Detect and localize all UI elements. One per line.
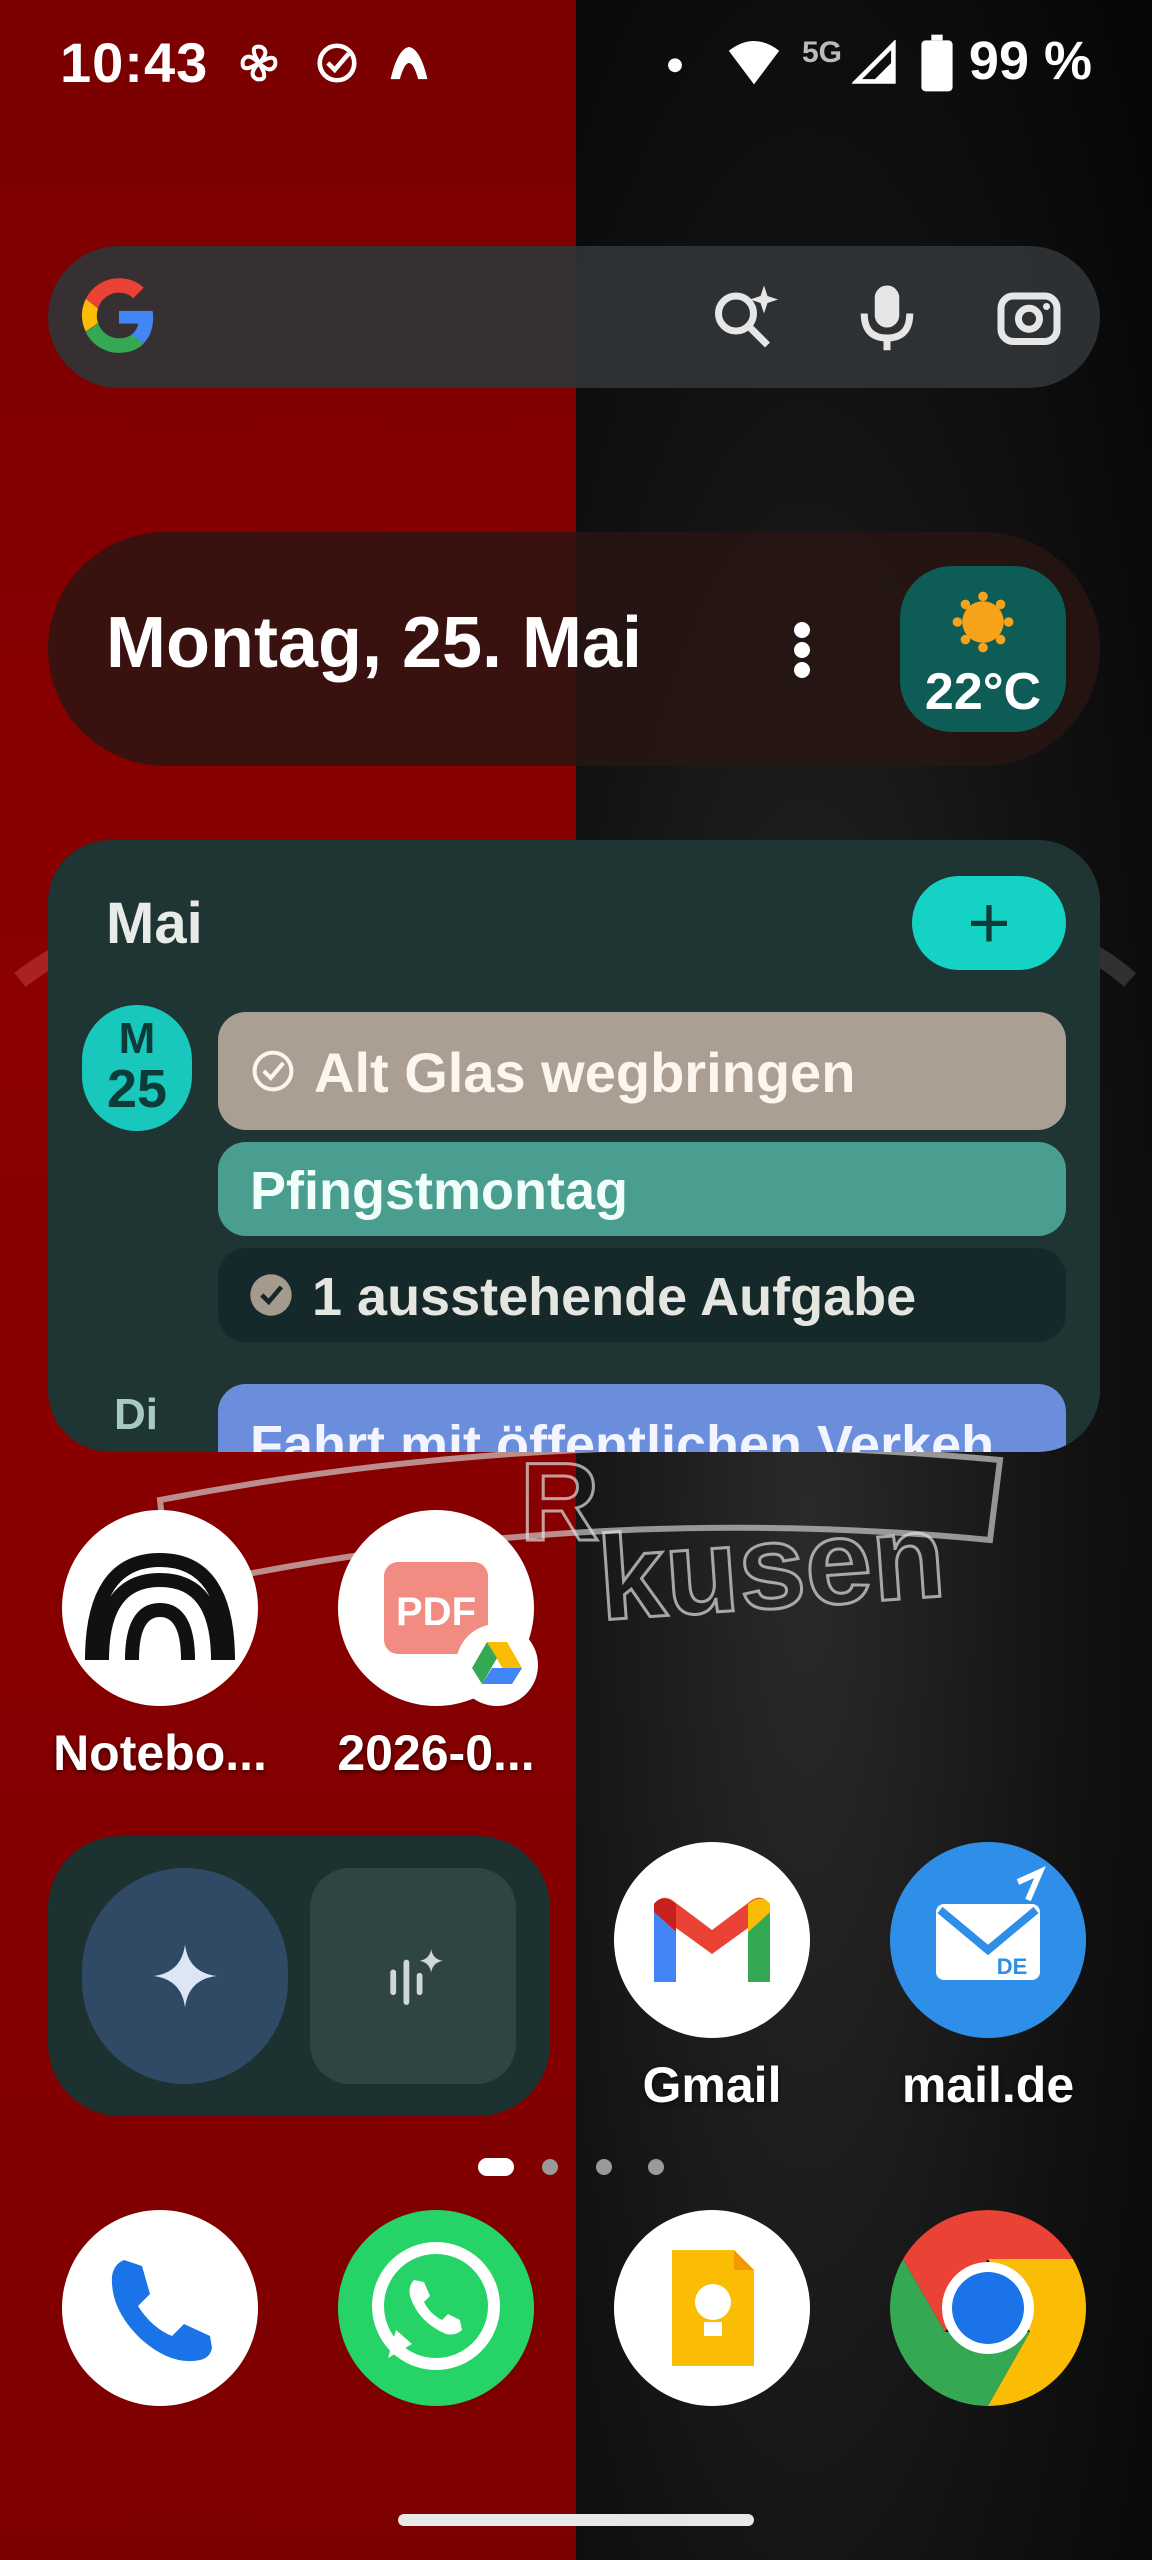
google-logo-icon xyxy=(81,278,154,353)
mountain-app-icon xyxy=(390,46,428,80)
page-dot xyxy=(542,2159,558,2175)
add-event-button[interactable]: + xyxy=(912,876,1066,970)
phone-icon xyxy=(62,2210,258,2406)
more-options-icon[interactable] xyxy=(790,622,814,678)
status-time: 10:43 xyxy=(60,31,209,94)
cell-signal-icon xyxy=(852,40,896,84)
at-a-glance-widget[interactable]: Montag, 25. Mai 22°C xyxy=(48,532,1100,766)
gemini-live-icon xyxy=(390,1949,443,2005)
svg-text:DE: DE xyxy=(997,1954,1028,1979)
page-dot xyxy=(648,2159,664,2175)
weather-tile[interactable]: 22°C xyxy=(900,566,1066,732)
lens-camera-icon[interactable] xyxy=(994,282,1064,352)
pinwheel-icon xyxy=(240,44,278,82)
shortcut-label: 2026-0... xyxy=(337,1725,535,1781)
google-keep-icon xyxy=(614,2210,810,2406)
date-text[interactable]: Montag, 25. Mai xyxy=(106,602,642,684)
day-badge-today[interactable]: M 25 xyxy=(82,1005,192,1131)
check-circle-icon xyxy=(317,43,357,83)
gemini-sparkle-icon xyxy=(153,1944,217,2008)
calendar-widget[interactable]: Mai + M 25 Alt Glas wegbringen Pfingstmo… xyxy=(48,840,1100,1452)
google-drive-icon xyxy=(456,1624,538,1706)
event-title: Pfingstmontag xyxy=(250,1161,628,1221)
sunny-icon xyxy=(952,591,1014,653)
ai-search-icon[interactable] xyxy=(708,282,778,352)
network-label: 5G xyxy=(802,36,843,69)
mail-de-icon: DE xyxy=(890,1842,1086,2038)
svg-text:R: R xyxy=(520,1441,599,1564)
add-label: + xyxy=(967,881,1011,964)
day-weekday: M xyxy=(118,1014,156,1063)
chrome-icon xyxy=(890,2210,1086,2406)
task-check-icon xyxy=(252,1050,294,1092)
battery-percent: 99 % xyxy=(968,31,1092,91)
google-search-bar[interactable] xyxy=(48,246,1100,388)
page-dot xyxy=(596,2159,612,2175)
app-label: mail.de xyxy=(901,2057,1075,2113)
battery-icon xyxy=(921,34,953,92)
dot-icon xyxy=(668,58,682,73)
svg-text:kusen: kusen xyxy=(594,1488,949,1646)
page-indicator[interactable] xyxy=(478,2156,678,2178)
app-label: Gmail xyxy=(642,2057,782,2113)
event-title: Alt Glas wegbringen xyxy=(314,1041,856,1104)
day-number: 25 xyxy=(106,1059,168,1119)
calendar-event-holiday[interactable]: Pfingstmontag xyxy=(218,1142,1066,1236)
microphone-icon[interactable] xyxy=(852,282,922,352)
page-dot-active xyxy=(478,2158,514,2176)
event-title: Fahrt mit öffentlichen Verkeh xyxy=(250,1415,995,1452)
whatsapp-icon xyxy=(338,2210,534,2406)
gmail-icon xyxy=(614,1842,810,2038)
calendar-event-next[interactable]: Fahrt mit öffentlichen Verkeh xyxy=(218,1384,1066,1452)
shortcut-label: Notebo... xyxy=(53,1725,267,1781)
status-bar: 10:43 5G 99 % xyxy=(0,0,1152,130)
next-day-label: Di xyxy=(114,1390,158,1439)
gemini-button[interactable] xyxy=(82,1868,288,2084)
gemini-widget[interactable] xyxy=(48,1836,550,2116)
calendar-month: Mai xyxy=(106,891,203,956)
pending-tasks-item[interactable]: 1 ausstehende Aufgabe xyxy=(218,1248,1066,1342)
notebooklm-icon xyxy=(62,1510,258,1706)
temperature: 22°C xyxy=(924,663,1042,721)
wifi-icon xyxy=(728,41,780,85)
gesture-navigation-handle[interactable] xyxy=(398,2514,754,2526)
calendar-event-task[interactable]: Alt Glas wegbringen xyxy=(218,1012,1066,1130)
gemini-live-button[interactable] xyxy=(310,1868,516,2084)
event-title: 1 ausstehende Aufgabe xyxy=(312,1267,917,1327)
task-done-icon xyxy=(250,1274,292,1316)
